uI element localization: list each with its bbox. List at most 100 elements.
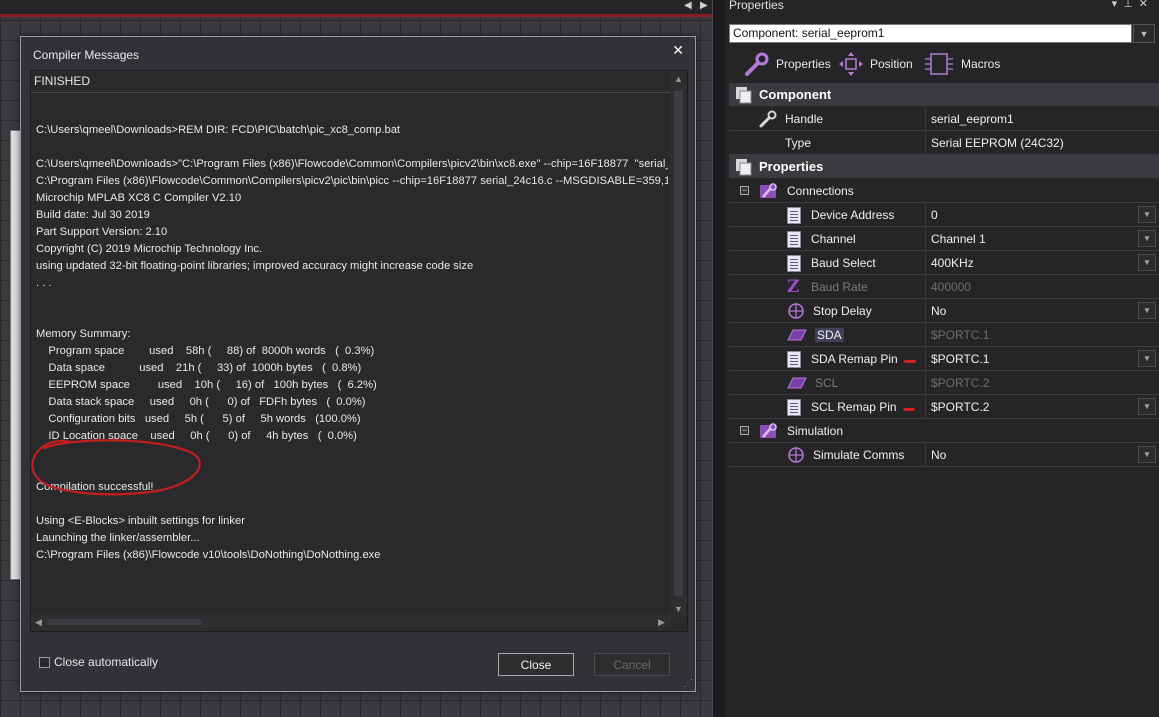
property-value-text: $PORTC.1 [931,352,990,366]
property-row-device-address[interactable]: Device Address 0 ▼ [729,203,1159,227]
dialog-title: Compiler Messages [33,48,140,62]
scroll-right-icon[interactable]: ▶ [658,617,665,628]
close-icon[interactable]: ✕ [1139,0,1154,10]
property-row-channel[interactable]: Channel Channel 1 ▼ [729,227,1159,251]
scroll-down-icon[interactable]: ▼ [674,604,683,614]
component-select[interactable]: Component: serial_eeprom1 [729,24,1132,43]
chevron-down-icon[interactable]: ▼ [1138,206,1156,223]
collapse-icon[interactable]: − [740,186,749,195]
compiler-log[interactable]: FINISHED C:\Users\qmeel\Downloads>REM DI… [30,70,688,632]
horizontal-scrollbar[interactable]: ◀ ▶ [31,614,671,631]
chevron-down-icon[interactable]: ▼ [1138,398,1156,415]
panel-window-controls[interactable]: ▾⊥✕ [1112,0,1154,10]
close-button[interactable]: Close [498,653,574,676]
scroll-left-icon[interactable]: ◀ [684,0,692,12]
close-automatically-checkbox[interactable]: Close automatically [39,655,158,669]
panel-splitter[interactable] [712,0,725,717]
property-value-sda: $PORTC.1 [926,323,1159,347]
pin-parallelogram-icon [787,377,807,389]
macros-tab-label: Macros [961,57,1001,71]
property-name-cell: Baud Select [729,251,926,275]
log-line: Copyright (C) 2019 Microchip Technology … [36,243,263,255]
property-row-type[interactable]: Type Serial EEPROM (24C32) [729,131,1159,155]
crosshair-circle-icon [788,303,804,319]
pages-icon [736,158,752,175]
pin-icon[interactable]: ⊥ [1123,0,1139,10]
property-value-simulate-comms[interactable]: No ▼ [926,443,1159,467]
property-value-stop-delay[interactable]: No ▼ [926,299,1159,323]
dropdown-icon[interactable]: ▾ [1112,0,1124,10]
category-component[interactable]: Component [729,83,1159,107]
property-name-cell: SCL [729,371,926,395]
property-value-text: $PORTC.2 [931,400,990,414]
scroll-left-icon[interactable]: ◀ [35,617,42,628]
property-row-scl: SCL $PORTC.2 [729,371,1159,395]
document-icon [787,350,801,368]
close-automatically-label: Close automatically [54,655,159,669]
property-label: Handle [785,112,824,126]
property-row-baud-rate: Z Baud Rate 400000 [729,275,1159,299]
property-value-channel[interactable]: Channel 1 ▼ [926,227,1159,251]
chevron-down-icon[interactable]: ▼ [1138,350,1156,367]
property-label: SDA [815,328,844,342]
scroll-up-icon[interactable]: ▲ [674,74,683,84]
log-line: C:\Program Files (x86)\Flowcode v10\tool… [36,549,381,561]
chevron-down-icon[interactable]: ▼ [1133,24,1155,43]
property-row-scl-remap-pin[interactable]: SCL Remap Pin $PORTC.2 ▼ [729,395,1159,419]
macros-tab-button[interactable]: Macros [923,50,1000,78]
property-row-stop-delay[interactable]: Stop Delay No ▼ [729,299,1159,323]
property-row-simulate-comms[interactable]: Simulate Comms No ▼ [729,443,1159,467]
cancel-button: Cancel [594,653,670,676]
log-line: Using <E-Blocks> inbuilt settings for li… [36,515,245,527]
property-value-text: $PORTC.2 [931,376,990,390]
property-value-scl-remap-pin[interactable]: $PORTC.2 ▼ [926,395,1159,419]
properties-tab-label: Properties [776,57,831,71]
properties-panel: Properties ▾⊥✕ Component: serial_eeprom1… [726,0,1159,717]
close-icon[interactable]: ✕ [672,42,684,59]
property-name-cell: Simulate Comms [729,443,926,467]
property-value-device-address[interactable]: 0 ▼ [926,203,1159,227]
checkbox-box[interactable] [39,656,50,668]
simulation-rows: Simulate Comms No ▼ [729,443,1159,467]
property-value-baud-select[interactable]: 400KHz ▼ [926,251,1159,275]
property-row-sda-remap-pin[interactable]: SDA Remap Pin $PORTC.1 ▼ [729,347,1159,371]
scroll-right-icon[interactable]: ▶ [700,0,708,12]
document-icon [787,230,801,248]
property-value-handle[interactable]: serial_eeprom1 [926,107,1159,131]
horizontal-scroll-thumb[interactable] [47,619,202,625]
property-row-handle[interactable]: Handle serial_eeprom1 [729,107,1159,131]
resize-grip-icon[interactable]: ⋰ [683,678,693,689]
property-value-text: 400000 [931,280,972,294]
property-value-sda-remap-pin[interactable]: $PORTC.1 ▼ [926,347,1159,371]
chevron-down-icon[interactable]: ▼ [1138,302,1156,319]
chevron-down-icon[interactable]: ▼ [1138,254,1156,271]
property-value-text: No [931,448,947,462]
vertical-scrollbar[interactable]: ▲ ▼ [670,71,687,617]
wrench-folder-icon [760,182,777,198]
document-icon [787,254,801,272]
chevron-down-icon[interactable]: ▼ [1138,230,1156,247]
pages-icon [736,86,752,103]
wrench-folder-icon [760,422,777,438]
position-tab-button[interactable]: Position [838,50,913,78]
red-annotation-mark [903,359,916,363]
category-properties[interactable]: Properties [729,155,1159,179]
properties-tab-button[interactable]: Properties [744,50,831,78]
chevron-down-icon[interactable]: ▼ [1138,446,1156,463]
log-line: Configuration bits used 5h ( 5) of 5h wo… [36,413,361,425]
collapse-icon[interactable]: − [740,426,749,435]
log-line: C:\Users\qmeel\Downloads>"C:\Program Fil… [36,158,668,170]
red-annotation-mark [902,407,915,411]
group-simulation[interactable]: − Simulation [729,419,1159,443]
chip-icon [925,53,953,75]
property-name-cell: SDA [729,323,926,347]
property-name-cell: Device Address [729,203,926,227]
group-connections[interactable]: − Connections [729,179,1159,203]
property-row-baud-select[interactable]: Baud Select 400KHz ▼ [729,251,1159,275]
vertical-scroll-thumb[interactable] [674,91,683,596]
log-text[interactable]: C:\Users\qmeel\Downloads>REM DIR: FCD\PI… [36,105,668,605]
log-line: Program space used 58h ( 88) of 8000h wo… [36,345,375,357]
